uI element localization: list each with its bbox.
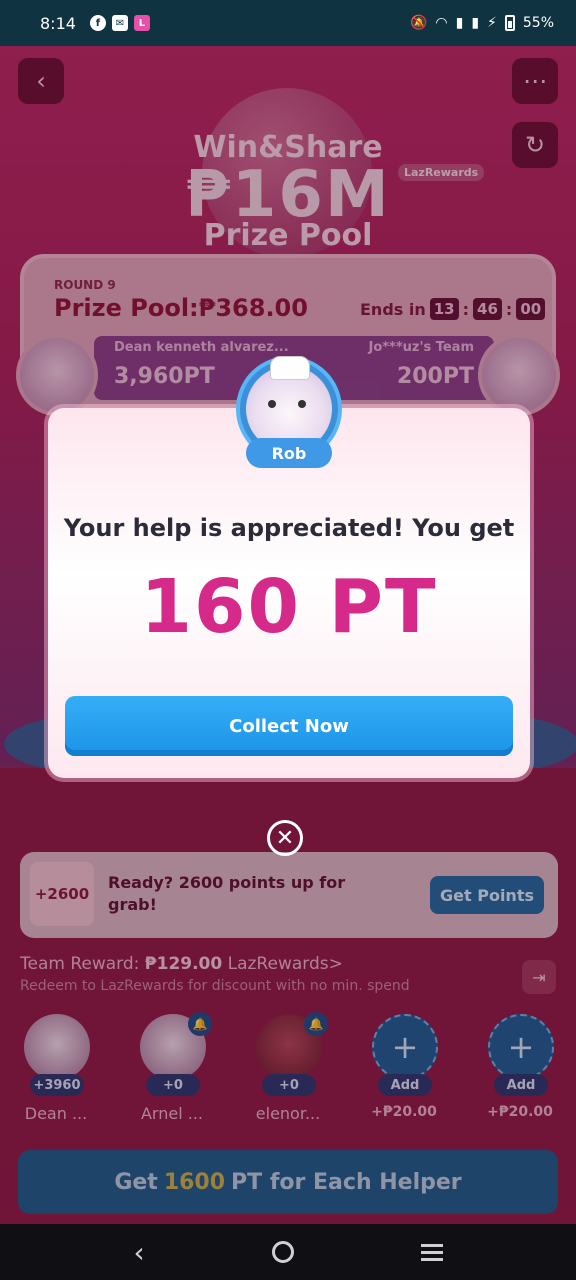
battery-icon (504, 15, 515, 31)
modal-message: Your help is appreciated! You get (63, 514, 515, 542)
signal-icon: ▮ (455, 15, 464, 31)
collect-now-button[interactable]: Collect Now (65, 696, 513, 756)
facebook-icon: f (89, 15, 106, 31)
signal-icon: ▮ (471, 15, 480, 31)
mute-icon: 🔕 (409, 15, 428, 31)
status-bar: 8:14 f ✉ L 🔕 ◠ ▮ ▮ ⚡ 55% (0, 0, 576, 46)
close-icon: ✕ (275, 825, 295, 851)
android-nav-bar: ‹ (0, 1224, 576, 1280)
nav-recents-icon[interactable] (420, 1243, 443, 1261)
nav-back-icon[interactable]: ‹ (133, 1236, 144, 1269)
chef-hat-icon (270, 356, 310, 380)
helper-name-badge: Rob (246, 438, 332, 468)
charging-icon: ⚡ (487, 15, 497, 31)
wifi-icon: ◠ (435, 15, 448, 31)
modal-points: 160 PT (140, 564, 438, 650)
lazada-icon: L (133, 15, 150, 31)
nav-home-icon[interactable] (271, 1241, 294, 1263)
status-time: 8:14 (40, 13, 76, 33)
mail-icon: ✉ (111, 15, 128, 31)
close-modal-button[interactable]: ✕ (267, 820, 303, 856)
battery-level: 55% (522, 15, 554, 31)
